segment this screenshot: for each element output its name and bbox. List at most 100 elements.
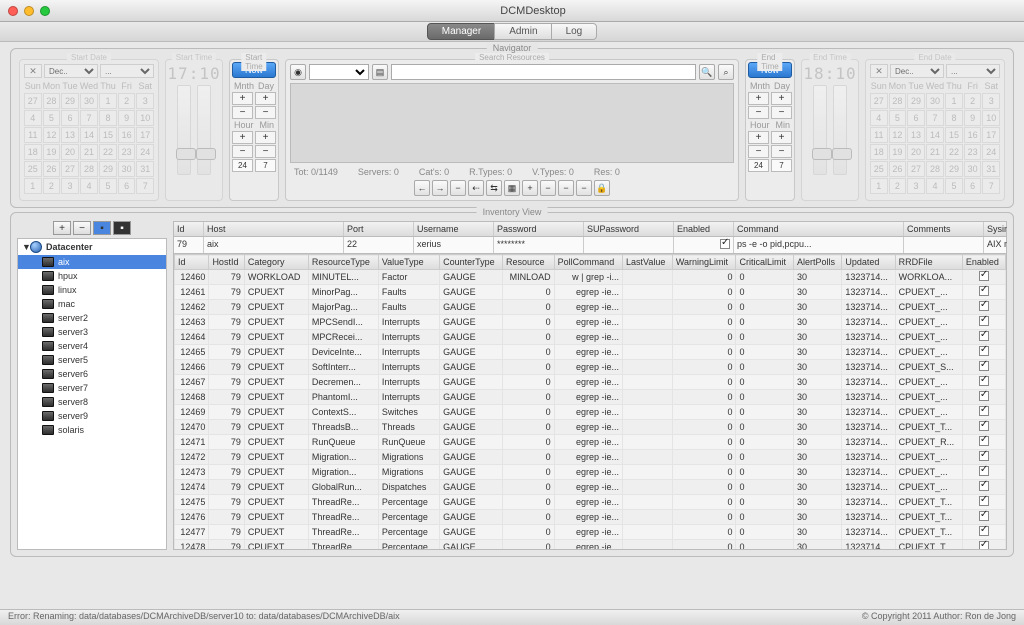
grid-cell[interactable]: 30: [793, 420, 841, 435]
checkbox-icon[interactable]: [720, 239, 730, 249]
grid-cell[interactable]: 79: [209, 270, 244, 285]
disclosure-icon[interactable]: ▼: [22, 242, 26, 252]
grid-cell[interactable]: CPUEXT: [244, 300, 308, 315]
grid-cell[interactable]: CPUEXT: [244, 345, 308, 360]
grid-cell[interactable]: CPUEXT: [244, 315, 308, 330]
grid-cell[interactable]: 79: [209, 495, 244, 510]
grid-cell[interactable]: 0: [736, 495, 794, 510]
grid-cell[interactable]: [622, 330, 672, 345]
tree-item-server5[interactable]: server5: [18, 353, 166, 367]
grid-cell[interactable]: GAUGE: [440, 300, 503, 315]
grid-cell[interactable]: 12465: [175, 345, 209, 360]
tree-item-mac[interactable]: mac: [18, 297, 166, 311]
tree-view2-button[interactable]: ▪: [113, 221, 131, 235]
detail-cell[interactable]: 79: [174, 237, 204, 253]
plus-icon[interactable]: +: [255, 92, 276, 105]
grid-header-cell[interactable]: Id: [175, 255, 209, 270]
grid-cell[interactable]: 0: [736, 375, 794, 390]
grid-cell[interactable]: 0: [503, 375, 555, 390]
grid-cell[interactable]: GAUGE: [440, 315, 503, 330]
grid-cell[interactable]: 0: [736, 540, 794, 551]
checkbox-icon[interactable]: [979, 376, 989, 386]
grid-cell[interactable]: CPUEXT: [244, 480, 308, 495]
grid-cell[interactable]: [962, 510, 1005, 525]
grid-cell[interactable]: CPUEXT_...: [895, 465, 962, 480]
zoom-icon[interactable]: [40, 6, 50, 16]
grid-cell[interactable]: Percentage: [378, 510, 439, 525]
grid-row[interactable]: 1246079WORKLOADMINUTEL...FactorGAUGEMINL…: [175, 270, 1006, 285]
grid-row[interactable]: 1246379CPUEXTMPCSendI...InterruptsGAUGE0…: [175, 315, 1006, 330]
grid-cell[interactable]: CPUEXT: [244, 540, 308, 551]
grid-cell[interactable]: GAUGE: [440, 360, 503, 375]
grid-cell[interactable]: 0: [503, 390, 555, 405]
checkbox-icon[interactable]: [979, 406, 989, 416]
grid-cell[interactable]: 12463: [175, 315, 209, 330]
grid-row[interactable]: 1247579CPUEXTThreadRe...PercentageGAUGE0…: [175, 495, 1006, 510]
grid-cell[interactable]: [962, 495, 1005, 510]
grid-cell[interactable]: [622, 495, 672, 510]
checkbox-icon[interactable]: [979, 451, 989, 461]
nav-button[interactable]: ⇠: [468, 180, 484, 196]
grid-cell[interactable]: 0: [503, 450, 555, 465]
grid-cell[interactable]: Factor: [378, 270, 439, 285]
grid-cell[interactable]: [622, 420, 672, 435]
nav-button[interactable]: ←: [414, 180, 430, 196]
grid-cell[interactable]: Interrupts: [378, 360, 439, 375]
nav-button[interactable]: −: [558, 180, 574, 196]
grid-cell[interactable]: CPUEXT_T...: [895, 540, 962, 551]
grid-cell[interactable]: CPUEXT_...: [895, 450, 962, 465]
nav-button[interactable]: 🔒: [594, 180, 610, 196]
grid-cell[interactable]: 30: [793, 345, 841, 360]
grid-cell[interactable]: 1323714...: [842, 270, 895, 285]
grid-header-cell[interactable]: RRDFile: [895, 255, 962, 270]
grid-cell[interactable]: egrep -ie...: [554, 420, 622, 435]
minus-icon[interactable]: −: [748, 106, 769, 119]
grid-cell[interactable]: 12461: [175, 285, 209, 300]
grid-cell[interactable]: egrep -ie...: [554, 525, 622, 540]
grid-row[interactable]: 1246279CPUEXTMajorPag...FaultsGAUGE0egre…: [175, 300, 1006, 315]
grid-cell[interactable]: MinorPag...: [308, 285, 378, 300]
grid-cell[interactable]: 0: [736, 360, 794, 375]
grid-cell[interactable]: Faults: [378, 285, 439, 300]
grid-cell[interactable]: GAUGE: [440, 270, 503, 285]
grid-cell[interactable]: 1323714...: [842, 450, 895, 465]
grid-cell[interactable]: CPUEXT: [244, 495, 308, 510]
filter-icon[interactable]: ▤: [372, 64, 388, 80]
grid-cell[interactable]: 0: [672, 360, 736, 375]
detail-cell[interactable]: ps -e -o pid,pcpu...: [734, 237, 904, 253]
grid-cell[interactable]: CPUEXT: [244, 420, 308, 435]
start-month-select[interactable]: Dec..: [44, 64, 98, 78]
grid-cell[interactable]: [962, 525, 1005, 540]
checkbox-icon[interactable]: [979, 316, 989, 326]
grid-cell[interactable]: egrep -ie...: [554, 300, 622, 315]
grid-cell[interactable]: CPUEXT_...: [895, 480, 962, 495]
tree-item-solaris[interactable]: solaris: [18, 423, 166, 437]
grid-cell[interactable]: 0: [736, 435, 794, 450]
grid-cell[interactable]: 79: [209, 510, 244, 525]
grid-cell[interactable]: 79: [209, 480, 244, 495]
grid-cell[interactable]: 12477: [175, 525, 209, 540]
grid-cell[interactable]: 12471: [175, 435, 209, 450]
grid-cell[interactable]: 0: [672, 270, 736, 285]
grid-cell[interactable]: CPUEXT_T...: [895, 510, 962, 525]
grid-cell[interactable]: 0: [503, 525, 555, 540]
grid-cell[interactable]: 0: [736, 525, 794, 540]
checkbox-icon[interactable]: [979, 391, 989, 401]
grid-cell[interactable]: 79: [209, 465, 244, 480]
grid-cell[interactable]: 30: [793, 285, 841, 300]
minimize-icon[interactable]: [24, 6, 34, 16]
grid-cell[interactable]: [962, 375, 1005, 390]
grid-cell[interactable]: 79: [209, 390, 244, 405]
detail-header-cell[interactable]: Id: [174, 222, 204, 236]
grid-cell[interactable]: Faults: [378, 300, 439, 315]
close-icon[interactable]: [8, 6, 18, 16]
grid-row[interactable]: 1247479CPUEXTGlobalRun...DispatchesGAUGE…: [175, 480, 1006, 495]
plus-icon[interactable]: +: [748, 131, 769, 144]
grid-cell[interactable]: 0: [672, 405, 736, 420]
grid-cell[interactable]: 79: [209, 345, 244, 360]
grid-cell[interactable]: 12475: [175, 495, 209, 510]
grid-cell[interactable]: egrep -ie...: [554, 465, 622, 480]
search-clear-icon[interactable]: ⌕: [718, 64, 734, 80]
checkbox-icon[interactable]: [979, 271, 989, 281]
grid-cell[interactable]: 1323714...: [842, 465, 895, 480]
